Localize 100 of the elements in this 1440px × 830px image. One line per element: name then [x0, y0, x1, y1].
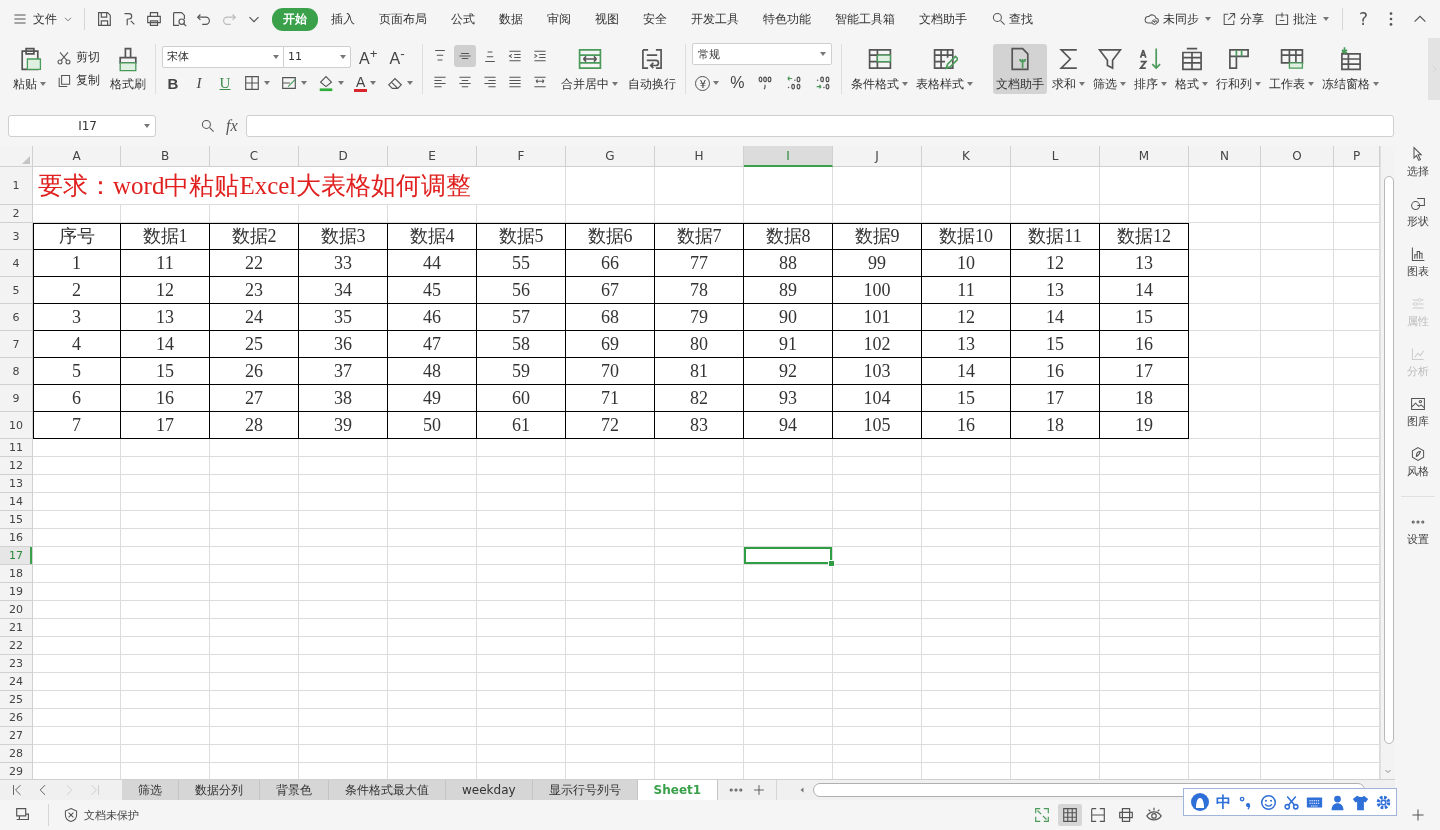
row-header[interactable]: 8 — [0, 358, 33, 385]
ribbon-button[interactable]: 行和列 — [1213, 44, 1265, 94]
column-header[interactable]: M — [1100, 146, 1189, 167]
row-header[interactable]: 16 — [0, 529, 33, 547]
row-header[interactable]: 20 — [0, 601, 33, 619]
row-header[interactable]: 12 — [0, 457, 33, 475]
menu-tab[interactable]: 文档助手 — [908, 7, 978, 31]
menu-tab[interactable]: 开发工具 — [680, 7, 750, 31]
menu-tab[interactable]: 特色功能 — [752, 7, 822, 31]
row-header[interactable]: 5 — [0, 277, 33, 304]
number-format-field[interactable]: 常规 — [692, 43, 833, 65]
column-header[interactable]: D — [299, 146, 388, 167]
row-header[interactable]: 17 — [0, 547, 33, 565]
column-header[interactable]: B — [121, 146, 210, 167]
side-panel-button[interactable]: 选择 — [1406, 146, 1429, 179]
bold-button[interactable]: B — [162, 74, 184, 92]
ribbon-button[interactable]: 条件格式 — [848, 44, 912, 94]
side-panel-button[interactable]: 设置 — [1406, 514, 1429, 547]
row-header[interactable]: 19 — [0, 583, 33, 601]
menu-tab[interactable]: 页面布局 — [368, 7, 438, 31]
toolbar-button[interactable]: 批注 — [1270, 10, 1332, 28]
row-header[interactable]: 26 — [0, 709, 33, 727]
ribbon-button[interactable]: 冻结窗格 — [1319, 44, 1383, 94]
row-header[interactable]: 6 — [0, 304, 33, 331]
row-header[interactable]: 21 — [0, 619, 33, 637]
sheet-tab[interactable]: 背景色 — [260, 780, 329, 800]
column-header[interactable]: P — [1334, 146, 1380, 167]
font-color-button[interactable]: A — [354, 74, 368, 92]
column-header[interactable]: C — [210, 146, 299, 167]
side-panel-button[interactable]: 形状 — [1406, 196, 1429, 229]
menu-tab[interactable]: 视图 — [584, 7, 630, 31]
column-header[interactable]: N — [1189, 146, 1261, 167]
side-panel-button[interactable]: 图库 — [1406, 396, 1429, 429]
row-header[interactable]: 27 — [0, 727, 33, 745]
sheet-tab[interactable]: 数据分列 — [179, 780, 260, 800]
ribbon-button[interactable]: 工作表 — [1266, 44, 1318, 94]
side-panel-button[interactable]: 图表 — [1406, 246, 1429, 279]
shrink-font-button[interactable]: A$^{-}$ — [385, 45, 409, 69]
sheet-tab[interactable]: weekday — [446, 780, 533, 800]
name-box[interactable]: I17 — [8, 115, 156, 137]
column-header[interactable]: F — [477, 146, 566, 167]
sheet-tab[interactable]: 显示行号列号 — [532, 780, 638, 800]
menu-tab[interactable]: 智能工具箱 — [824, 7, 906, 31]
side-panel-button[interactable]: 风格 — [1406, 446, 1429, 479]
menu-tab[interactable]: 安全 — [632, 7, 678, 31]
ribbon-button[interactable]: 自动换行 — [625, 44, 680, 94]
input-method-toolbar[interactable]: 中 — [1183, 788, 1397, 816]
column-header[interactable]: O — [1261, 146, 1334, 167]
ribbon-button[interactable]: 表格样式 — [913, 44, 977, 94]
row-header[interactable]: 14 — [0, 493, 33, 511]
menu-tab[interactable]: 公式 — [440, 7, 486, 31]
ribbon-button[interactable]: 格式刷 — [107, 44, 149, 94]
row-header[interactable]: 3 — [0, 223, 33, 250]
ribbon-button[interactable]: 复制 — [53, 72, 103, 89]
row-header[interactable]: 18 — [0, 565, 33, 583]
row-header[interactable]: 25 — [0, 691, 33, 709]
ribbon-button[interactable]: 剪切 — [53, 49, 103, 66]
italic-button[interactable]: I — [188, 74, 210, 92]
row-header[interactable]: 23 — [0, 655, 33, 673]
underline-button[interactable]: U — [214, 74, 236, 92]
row-header[interactable]: 10 — [0, 412, 33, 439]
toolbar-button[interactable]: 未同步 — [1140, 10, 1214, 28]
row-header[interactable]: 7 — [0, 331, 33, 358]
row-header[interactable]: 22 — [0, 637, 33, 655]
row-header[interactable]: 28 — [0, 745, 33, 763]
column-header[interactable]: A — [33, 146, 121, 167]
file-menu[interactable]: 文件 — [12, 10, 74, 28]
menu-tab[interactable]: 插入 — [320, 7, 366, 31]
row-header[interactable]: 13 — [0, 475, 33, 493]
help-button[interactable]: ? — [1352, 9, 1374, 29]
function-button[interactable]: fx — [226, 117, 238, 135]
ribbon-button[interactable]: 求和 — [1049, 44, 1089, 94]
menu-tab[interactable]: 数据 — [488, 7, 534, 31]
ribbon-button[interactable]: 合并居中 — [558, 44, 622, 94]
sheet-tab[interactable]: 筛选 — [122, 780, 179, 800]
column-header[interactable]: K — [922, 146, 1011, 167]
row-header[interactable]: 24 — [0, 673, 33, 691]
search-button[interactable]: 查找 — [980, 7, 1044, 31]
row-header[interactable]: 29 — [0, 763, 33, 780]
toolbar-button[interactable]: 分享 — [1217, 10, 1267, 28]
row-header[interactable]: 2 — [0, 205, 33, 223]
ribbon-button[interactable]: 筛选 — [1090, 44, 1130, 94]
grow-font-button[interactable]: A$^{+}$ — [355, 45, 382, 69]
row-header[interactable]: 4 — [0, 250, 33, 277]
row-header[interactable]: 11 — [0, 439, 33, 457]
column-header[interactable]: L — [1011, 146, 1100, 167]
row-header[interactable]: 15 — [0, 511, 33, 529]
ribbon-button[interactable]: 排序 — [1131, 44, 1171, 94]
column-header[interactable]: E — [388, 146, 477, 167]
row-header[interactable]: 9 — [0, 385, 33, 412]
menu-tab[interactable]: 审阅 — [536, 7, 582, 31]
column-header[interactable]: G — [566, 146, 655, 167]
ribbon-button[interactable]: 文档助手 — [993, 44, 1048, 94]
percent-button[interactable]: % — [726, 74, 749, 92]
sheet-tab[interactable]: 条件格式最大值 — [329, 780, 446, 800]
ribbon-button[interactable]: 格式 — [1172, 44, 1212, 94]
row-header[interactable]: 1 — [0, 167, 33, 205]
ribbon-button[interactable]: 粘贴 — [10, 44, 49, 94]
column-header[interactable]: J — [833, 146, 922, 167]
protection-status[interactable]: 文档未保护 — [55, 807, 147, 823]
